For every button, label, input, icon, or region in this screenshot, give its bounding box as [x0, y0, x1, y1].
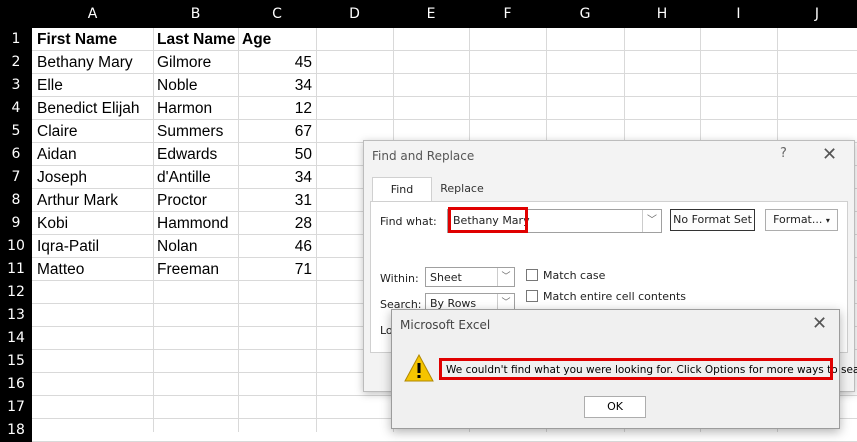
column-header[interactable]: C — [238, 0, 316, 28]
match-case-checkbox[interactable] — [526, 269, 538, 281]
highlight-box — [448, 207, 528, 233]
cell-last[interactable]: Noble — [153, 74, 238, 97]
header-last-name[interactable]: Last Name — [153, 28, 238, 51]
row-header[interactable]: 4 — [0, 97, 32, 120]
cell-age[interactable]: 50 — [238, 143, 316, 166]
format-button-label: Format... — [773, 213, 823, 226]
header-age[interactable]: Age — [238, 28, 316, 51]
column-header[interactable]: D — [316, 0, 393, 28]
excel-message-box: Microsoft Excel ✕ We couldn't find what … — [391, 309, 857, 429]
cell-age[interactable]: 28 — [238, 212, 316, 235]
cell-age[interactable]: 34 — [238, 166, 316, 189]
warning-icon — [404, 354, 434, 382]
cell-last[interactable]: Edwards — [153, 143, 238, 166]
cell-first[interactable]: Benedict Elijah — [33, 97, 153, 120]
column-header[interactable]: E — [393, 0, 469, 28]
cell-age[interactable]: 67 — [238, 120, 316, 143]
row-header[interactable]: 10 — [0, 235, 32, 258]
cell-first[interactable]: Aidan — [33, 143, 153, 166]
row-header[interactable]: 14 — [0, 327, 32, 350]
within-select[interactable]: Sheet ﹀ — [425, 267, 515, 287]
row-header[interactable]: 5 — [0, 120, 32, 143]
cell-age[interactable]: 34 — [238, 74, 316, 97]
ok-button[interactable]: OK — [584, 396, 646, 418]
cell-last[interactable]: Proctor — [153, 189, 238, 212]
cell-first[interactable]: Bethany Mary — [33, 51, 153, 74]
cell-first[interactable]: Iqra-Patil — [33, 235, 153, 258]
column-header[interactable]: G — [546, 0, 624, 28]
tab-find[interactable]: Find — [372, 177, 432, 202]
cell-first[interactable]: Matteo — [33, 258, 153, 281]
row-header[interactable]: 17 — [0, 396, 32, 419]
message-title: Microsoft Excel — [400, 318, 491, 332]
row-header[interactable]: 11 — [0, 258, 32, 281]
match-entire-checkbox[interactable] — [526, 290, 538, 302]
cell-first[interactable]: Elle — [33, 74, 153, 97]
column-header[interactable]: A — [32, 0, 153, 28]
close-icon[interactable]: ✕ — [822, 144, 837, 165]
dialog-title: Find and Replace — [372, 149, 475, 163]
cell-last[interactable]: Harmon — [153, 97, 238, 120]
row-header[interactable]: 3 — [0, 74, 32, 97]
cell-last[interactable]: Nolan — [153, 235, 238, 258]
row-header[interactable]: 1 — [0, 28, 32, 51]
row-header[interactable]: 6 — [0, 143, 32, 166]
find-what-label: Find what: — [380, 215, 437, 228]
column-header[interactable]: H — [624, 0, 700, 28]
cell-last[interactable]: Gilmore — [153, 51, 238, 74]
cell-first[interactable]: Joseph — [33, 166, 153, 189]
cell-last[interactable]: Freeman — [153, 258, 238, 281]
close-icon[interactable]: ✕ — [812, 313, 827, 334]
cell-first[interactable]: Kobi — [33, 212, 153, 235]
column-header[interactable]: B — [153, 0, 238, 28]
row-header[interactable]: 18 — [0, 419, 32, 442]
row-header[interactable]: 7 — [0, 166, 32, 189]
column-header[interactable]: J — [777, 0, 857, 28]
match-entire-label: Match entire cell contents — [543, 290, 686, 303]
help-button[interactable]: ? — [780, 146, 787, 161]
column-header[interactable]: I — [700, 0, 777, 28]
within-label: Within: — [380, 272, 419, 285]
highlight-box — [439, 358, 833, 380]
cell-last[interactable]: Summers — [153, 120, 238, 143]
cell-age[interactable]: 45 — [238, 51, 316, 74]
row-header[interactable]: 12 — [0, 281, 32, 304]
tab-replace[interactable]: Replace — [432, 177, 492, 201]
chevron-down-icon: ﹀ — [497, 268, 514, 286]
row-header[interactable]: 2 — [0, 51, 32, 74]
cell-last[interactable]: d'Antille — [153, 166, 238, 189]
header-first-name[interactable]: First Name — [33, 28, 153, 51]
select-all-corner[interactable] — [0, 0, 32, 28]
row-header[interactable]: 15 — [0, 350, 32, 373]
row-header[interactable]: 8 — [0, 189, 32, 212]
row-header[interactable]: 13 — [0, 304, 32, 327]
cell-age[interactable]: 12 — [238, 97, 316, 120]
row-header[interactable]: 16 — [0, 373, 32, 396]
column-header[interactable]: F — [469, 0, 546, 28]
no-format-set-preview: No Format Set — [670, 209, 755, 231]
cell-first[interactable]: Claire — [33, 120, 153, 143]
row-header[interactable]: 9 — [0, 212, 32, 235]
cell-age[interactable]: 31 — [238, 189, 316, 212]
format-button[interactable]: Format... ▾ — [765, 209, 838, 231]
chevron-down-icon[interactable]: ﹀ — [642, 210, 661, 232]
within-value: Sheet — [430, 271, 462, 284]
cell-first[interactable]: Arthur Mark — [33, 189, 153, 212]
cell-last[interactable]: Hammond — [153, 212, 238, 235]
match-case-label: Match case — [543, 269, 606, 282]
caret-down-icon: ▾ — [825, 216, 830, 225]
cell-age[interactable]: 71 — [238, 258, 316, 281]
cell-age[interactable]: 46 — [238, 235, 316, 258]
